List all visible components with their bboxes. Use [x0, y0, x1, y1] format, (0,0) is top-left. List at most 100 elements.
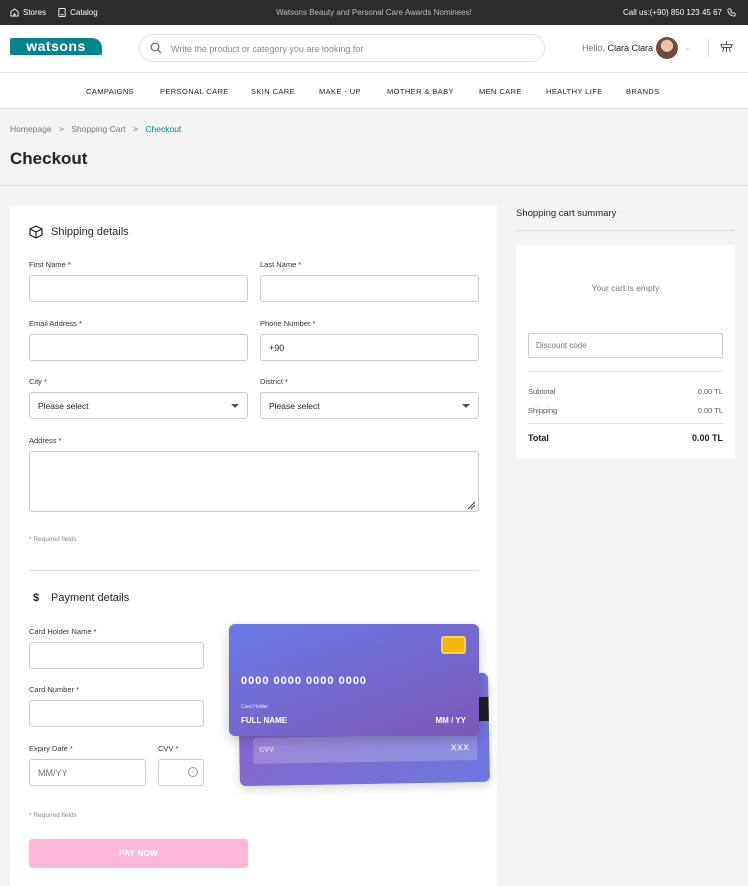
avatar[interactable]	[656, 37, 678, 59]
shipping-cost-value: 0.00 TL	[697, 406, 723, 415]
catalog-icon	[58, 8, 66, 17]
shipping-title: Shipping details	[51, 226, 129, 238]
search-icon	[150, 42, 162, 54]
card-holder-label: Card Holder Name *	[29, 627, 97, 636]
email-label: Email Address *	[29, 319, 82, 328]
info-icon[interactable]: i	[188, 767, 198, 777]
city-select[interactable]: Please select	[29, 392, 248, 419]
card-holder-caption: Card Holder	[241, 704, 268, 710]
store-icon	[10, 8, 19, 17]
card-number-label: Card Number *	[29, 685, 80, 694]
breadcrumb-home[interactable]: Homepage	[10, 124, 52, 134]
total-value: 0.00 TL	[691, 433, 723, 443]
cvv-bar	[253, 734, 478, 764]
city-label: City *	[29, 377, 47, 386]
payment-title: Payment details	[51, 592, 130, 604]
catalog-label: Catalog	[70, 8, 98, 17]
city-selected-value: Please select	[38, 401, 89, 411]
subtotal-row: Subtotal 0.00 TL	[528, 387, 723, 396]
search-bar[interactable]	[139, 34, 545, 62]
nav-skin-care[interactable]: SKIN CARE	[251, 87, 295, 96]
summary-divider	[528, 423, 723, 424]
first-name-label: First Name *	[29, 260, 71, 269]
district-label: District *	[260, 377, 288, 386]
last-name-field[interactable]	[260, 275, 479, 302]
district-select[interactable]: Please select	[260, 392, 479, 419]
expiry-label: Expiry Date *	[29, 744, 73, 753]
phone-label: Phone Number *	[260, 319, 316, 328]
hello-label: Hello,	[582, 43, 606, 53]
last-name-label: Last Name *	[260, 260, 302, 269]
greeting: Hello, Clara Clara	[582, 43, 653, 53]
header: watsons Hello, Clara Clara ⌄	[0, 25, 748, 73]
category-nav: CAMPAIGNS PERSONAL CARE SKIN CARE MAKE -…	[0, 73, 748, 109]
nav-make-up[interactable]: MAKE - UP	[319, 87, 361, 96]
required-note: * Required fields	[29, 536, 77, 543]
title-divider	[0, 185, 748, 186]
cart-summary-card: Your cart is empty Subtotal 0.00 TL Ship…	[516, 245, 735, 458]
card-number-preview: 0000 0000 0000 0000	[241, 675, 368, 687]
address-field[interactable]	[29, 451, 479, 512]
breadcrumb-current: Checkout	[145, 124, 182, 134]
card-expiry-preview: MM / YY	[435, 716, 466, 725]
user-name[interactable]: Clara Clara	[608, 43, 654, 53]
resize-grip-icon[interactable]	[466, 500, 476, 510]
nav-healthy-life[interactable]: HEALTHY LIFE	[546, 87, 603, 96]
email-field[interactable]	[29, 334, 248, 361]
total-row: Total 0.00 TL	[528, 433, 723, 443]
top-bar: Stores Catalog Watsons Beauty and Person…	[0, 0, 748, 25]
total-label: Total	[528, 433, 549, 443]
dollar-icon: $	[32, 592, 40, 604]
subtotal-value: 0.00 TL	[697, 387, 723, 396]
section-divider	[29, 570, 479, 571]
summary-divider	[528, 371, 723, 372]
discount-code-field[interactable]	[528, 333, 723, 358]
shipping-row: Shipping 0.00 TL	[528, 406, 723, 415]
breadcrumb: Homepage > Shopping Cart > Checkout	[10, 124, 181, 134]
summary-title: Shopping cart summary	[516, 208, 617, 219]
stores-label: Stores	[23, 8, 47, 17]
breadcrumb-separator: >	[58, 124, 64, 134]
search-input[interactable]	[171, 40, 531, 57]
nav-brands[interactable]: BRANDS	[626, 87, 660, 96]
caret-down-icon	[231, 404, 239, 408]
cart-empty-text: Your cart is empty	[591, 283, 660, 293]
district-selected-value: Please select	[269, 401, 320, 411]
address-label: Address *	[29, 436, 62, 445]
card-preview-front: 0000 0000 0000 0000 Card Holder FULL NAM…	[229, 624, 479, 736]
breadcrumb-cart[interactable]: Shopping Cart	[71, 124, 125, 134]
chevron-down-icon[interactable]: ⌄	[684, 43, 691, 52]
card-holder-preview: FULL NAME	[241, 716, 288, 725]
first-name-field[interactable]	[29, 275, 248, 302]
basket-icon	[720, 40, 733, 53]
catalog-link[interactable]: Catalog	[58, 8, 98, 17]
pay-now-button[interactable]: PAY NOW	[29, 839, 248, 868]
header-divider	[708, 39, 709, 57]
shipping-header: Shipping details	[29, 225, 129, 239]
card-holder-field[interactable]	[29, 642, 204, 669]
basket-button[interactable]	[720, 40, 733, 58]
nav-men-care[interactable]: MEN CARE	[479, 87, 522, 96]
nav-personal-care[interactable]: PERSONAL CARE	[160, 87, 229, 96]
nav-mother-baby[interactable]: MOTHER & BABY	[387, 87, 454, 96]
phone-field[interactable]	[260, 334, 479, 361]
breadcrumb-separator: >	[133, 124, 138, 134]
cvv-label: CVV *	[158, 744, 179, 753]
stores-link[interactable]: Stores	[10, 8, 46, 17]
expiry-field[interactable]	[29, 759, 146, 786]
card-chip-icon	[441, 636, 466, 654]
caret-down-icon	[462, 404, 470, 408]
package-icon	[29, 225, 43, 239]
shipping-cost-label: Shipping	[528, 406, 558, 415]
phone-icon	[727, 8, 736, 17]
payment-header: $ Payment details	[29, 592, 129, 604]
card-cvv-label: CVV	[259, 746, 274, 754]
card-number-field[interactable]	[29, 700, 204, 727]
summary-divider	[516, 230, 735, 231]
call-us-text[interactable]: Call us:(+90) 850 123 45 67	[623, 8, 722, 17]
nav-campaigns[interactable]: CAMPAIGNS	[86, 87, 134, 96]
card-cvv-value: XXX	[450, 742, 470, 753]
page-title: Checkout	[10, 149, 88, 168]
watsons-logo[interactable]: watsons	[10, 38, 102, 55]
required-note: * Required fields	[29, 812, 77, 819]
